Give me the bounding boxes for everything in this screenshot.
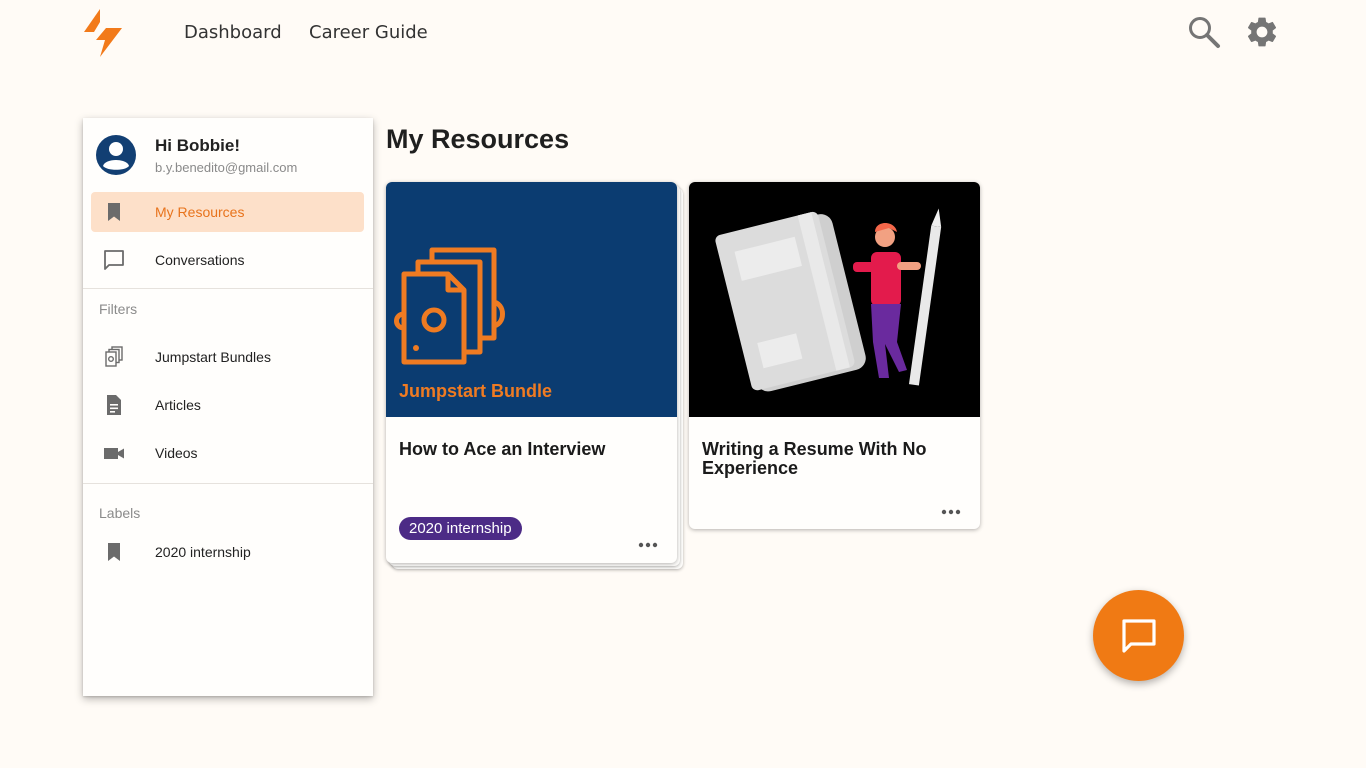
filter-videos[interactable]: Videos xyxy=(91,433,364,473)
lightning-logo-icon[interactable] xyxy=(80,8,124,58)
filter-label: Jumpstart Bundles xyxy=(155,349,271,365)
card-thumbnail xyxy=(689,182,980,417)
user-email: b.y.benedito@gmail.com xyxy=(155,160,298,175)
bookmark-icon xyxy=(108,203,120,221)
resource-card-how-to-ace-interview[interactable]: Jumpstart Bundle How to Ace an Interview… xyxy=(386,182,677,563)
label-2020-internship[interactable]: 2020 internship xyxy=(91,532,364,572)
more-options-icon[interactable] xyxy=(940,507,962,517)
chat-fab-button[interactable] xyxy=(1093,590,1184,681)
filters-section-title: Filters xyxy=(99,301,138,317)
labels-section-title: Labels xyxy=(99,505,141,521)
nav-link-career-guide[interactable]: Career Guide xyxy=(309,22,428,43)
sidebar-divider xyxy=(83,288,373,289)
bookmark-icon xyxy=(108,543,120,561)
document-icon xyxy=(107,395,121,415)
sidebar-divider xyxy=(83,483,373,484)
profile-header: Hi Bobbie! b.y.benedito@gmail.com xyxy=(83,118,373,188)
card-title: Writing a Resume With No Experience xyxy=(702,439,927,478)
top-navigation-bar: Dashboard Career Guide xyxy=(0,0,1366,66)
settings-gear-icon[interactable] xyxy=(1244,14,1280,50)
page-title: My Resources xyxy=(386,124,570,154)
sidebar-item-label: My Resources xyxy=(155,204,245,220)
filter-articles[interactable]: Articles xyxy=(91,385,364,425)
sidebar-item-label: Conversations xyxy=(155,252,245,268)
filter-label: Articles xyxy=(155,397,201,413)
card-thumbnail: Jumpstart Bundle xyxy=(386,182,677,417)
card-title: How to Ace an Interview xyxy=(399,439,606,459)
bundle-icon xyxy=(105,346,123,367)
chat-icon xyxy=(1122,619,1156,653)
sidebar-item-my-resources[interactable]: My Resources xyxy=(91,192,364,232)
user-avatar-icon[interactable] xyxy=(95,134,137,176)
nav-link-dashboard[interactable]: Dashboard xyxy=(184,22,282,43)
card-thumbnail-label: Jumpstart Bundle xyxy=(399,381,553,401)
sidebar-panel: Hi Bobbie! b.y.benedito@gmail.com My Res… xyxy=(83,118,373,696)
filter-jumpstart-bundles[interactable]: Jumpstart Bundles xyxy=(91,337,364,377)
chat-icon xyxy=(104,250,124,270)
filter-label: Videos xyxy=(155,445,198,461)
resume-notebook-illustration xyxy=(715,208,942,392)
label-text: 2020 internship xyxy=(155,544,251,560)
search-icon[interactable] xyxy=(1186,14,1222,50)
greeting-text: Hi Bobbie! xyxy=(155,136,240,155)
sidebar-item-conversations[interactable]: Conversations xyxy=(91,240,364,280)
bundle-illustration-icon xyxy=(394,247,505,365)
video-camera-icon xyxy=(104,448,124,459)
more-options-icon[interactable] xyxy=(637,540,659,550)
resource-card-writing-resume[interactable]: Writing a Resume With No Experience xyxy=(689,182,980,529)
label-chip[interactable]: 2020 internship xyxy=(399,517,522,540)
